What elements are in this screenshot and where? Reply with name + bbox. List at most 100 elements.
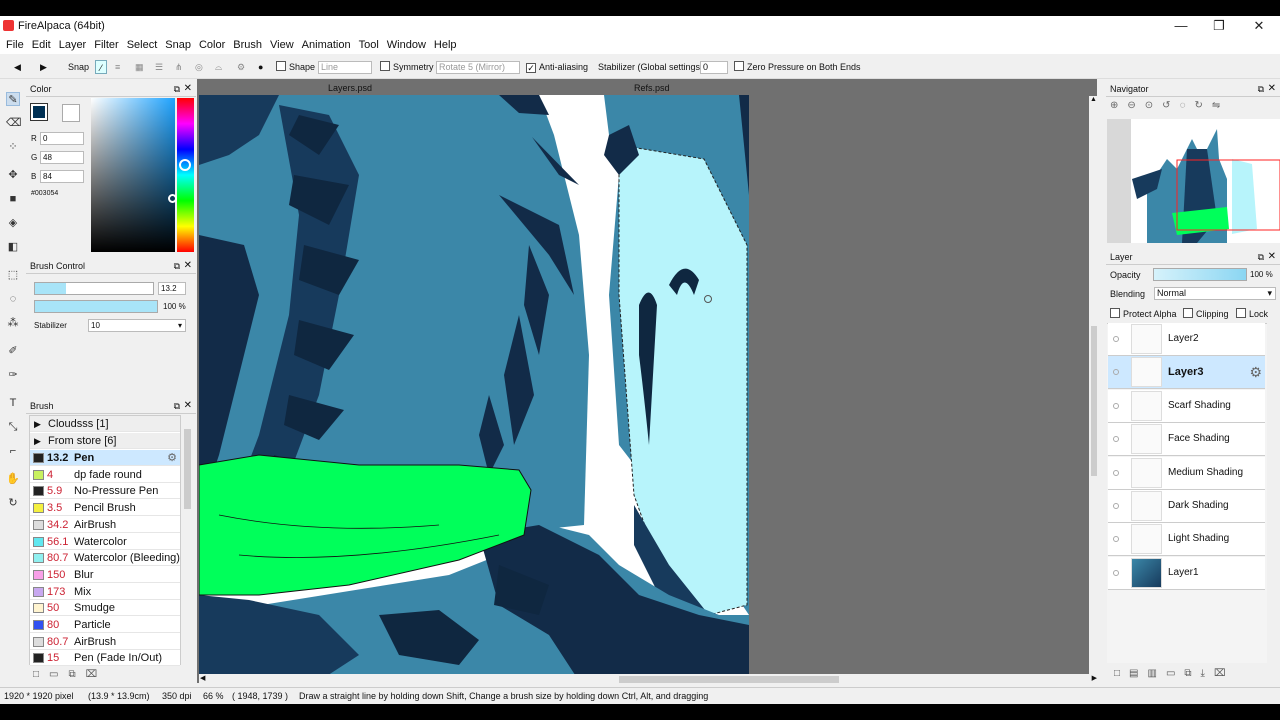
canvas-horizontal-scrollbar[interactable]: ◀ ▶ [199, 674, 1099, 686]
zero-pressure-toggle[interactable]: Zero Pressure on Both Ends [734, 60, 861, 74]
open-folder-icon[interactable]: ▭ [49, 669, 68, 680]
antialiasing-toggle[interactable]: Anti-aliasing [526, 60, 588, 74]
visibility-eye-icon[interactable] [1113, 336, 1119, 342]
brush-item[interactable]: 56.1 Watercolor [30, 533, 180, 550]
lock-toggle[interactable]: Lock [1236, 308, 1268, 319]
operation-tool-icon[interactable]: ⤡ [6, 420, 20, 434]
scroll-up-icon[interactable]: ▲ [1090, 96, 1097, 103]
menu-edit[interactable]: Edit [28, 36, 55, 52]
blending-select[interactable]: Normal ▾ [1154, 287, 1276, 300]
menu-file[interactable]: File [2, 36, 28, 52]
brush-item[interactable]: 3.5 Pencil Brush [30, 500, 180, 517]
symmetry-select[interactable]: Rotate 5 (Mirror) [436, 60, 520, 74]
maximize-button[interactable]: ❐ [1200, 16, 1238, 36]
expand-arrow-icon[interactable]: ▶ [34, 433, 41, 449]
snap-parallel-icon[interactable]: ≡ [115, 60, 120, 74]
symmetry-toggle[interactable]: Symmetry [380, 60, 434, 74]
close-icon[interactable]: ✕ [1268, 81, 1276, 97]
antialiasing-checkbox[interactable] [526, 63, 536, 73]
lock-checkbox[interactable] [1236, 308, 1246, 318]
dot-tool-icon[interactable]: ⁘ [6, 140, 20, 154]
eraser-tool-icon[interactable]: ⌫ [6, 116, 22, 130]
minimize-button[interactable]: — [1162, 16, 1200, 36]
brush-item[interactable]: 80 Particle [30, 617, 180, 633]
brush-item[interactable]: 13.2 Pen ⚙ [30, 450, 180, 466]
menu-snap[interactable]: Snap [161, 36, 195, 52]
menu-tool[interactable]: Tool [355, 36, 383, 52]
stabilizer-value[interactable]: 0 [700, 61, 728, 74]
menu-filter[interactable]: Filter [90, 36, 122, 52]
brush-list-scrollbar[interactable] [182, 415, 193, 665]
zoom-fit-icon[interactable]: ⊙ [1145, 100, 1162, 111]
layer-row[interactable]: Scarf Shading [1108, 389, 1265, 423]
snap-settings-icon[interactable]: ⚙ [237, 60, 245, 74]
menu-window[interactable]: Window [383, 36, 430, 52]
move-tool-icon[interactable]: ✥ [6, 168, 20, 182]
clipping-toggle[interactable]: Clipping [1183, 308, 1229, 319]
zoom-in-icon[interactable]: ⊕ [1110, 100, 1127, 111]
hex-value[interactable]: #003054 [31, 190, 58, 197]
zoom-out-icon[interactable]: ⊖ [1127, 100, 1144, 111]
hue-slider[interactable] [177, 98, 194, 252]
shape-checkbox[interactable] [276, 61, 286, 71]
gradient-tool-icon[interactable]: ◧ [6, 240, 20, 254]
brush-opacity-slider[interactable] [34, 300, 158, 313]
shape-toggle[interactable]: Shape [276, 60, 315, 74]
snap-curve-icon[interactable]: ⌓ [215, 60, 222, 74]
shape-select[interactable]: Line [318, 60, 372, 74]
pin-icon[interactable]: ⧉ [1258, 249, 1264, 265]
close-icon[interactable]: ✕ [1268, 249, 1276, 265]
brush-item[interactable]: 50 Smudge [30, 600, 180, 617]
visibility-eye-icon[interactable] [1113, 402, 1119, 409]
hue-cursor[interactable] [179, 159, 191, 171]
lasso-tool-icon[interactable]: ◌ [6, 292, 20, 306]
rotate-reset-icon[interactable]: ◌ [1180, 100, 1195, 111]
tab-refs-psd[interactable]: Refs.psd [634, 81, 670, 95]
new-brush-icon[interactable]: □ [33, 669, 49, 680]
primary-color-swatch[interactable] [30, 103, 48, 121]
layer-row[interactable]: Layer1 [1108, 556, 1265, 590]
arrow-right-icon[interactable]: ▶ [40, 60, 47, 74]
snap-label[interactable]: Snap [68, 60, 89, 74]
canvas-vertical-scrollbar[interactable]: ▲ ▼ [1089, 96, 1099, 682]
new-layer-icon[interactable]: □ [1114, 668, 1129, 679]
b-input[interactable]: 84 [40, 170, 84, 183]
visibility-eye-icon[interactable] [1113, 436, 1119, 443]
brush-group-from-store[interactable]: ▶ From store [6] [30, 433, 180, 449]
close-window-button[interactable]: ✕ [1240, 16, 1278, 36]
arrow-left-icon[interactable]: ◀ [14, 60, 21, 74]
layer-row[interactable]: Medium Shading [1108, 456, 1265, 490]
layer-row[interactable]: Dark Shading [1108, 490, 1265, 523]
drawing-canvas[interactable] [199, 95, 749, 681]
symmetry-value[interactable]: Rotate 5 (Mirror) [436, 61, 520, 74]
rotate-tool-icon[interactable]: ↻ [6, 496, 20, 510]
brush-item[interactable]: 15 Pen (Fade In/Out) [30, 650, 180, 667]
brush-item[interactable]: 173 Mix [30, 583, 180, 600]
hand-tool-icon[interactable]: ✋ [6, 472, 20, 486]
snap-vanishing-icon[interactable]: ⋔ [175, 60, 183, 74]
pin-icon[interactable]: ⧉ [174, 398, 180, 414]
rotate-left-icon[interactable]: ↺ [1162, 100, 1179, 111]
select-pen-tool-icon[interactable]: ✐ [6, 344, 20, 358]
sv-cursor[interactable] [168, 194, 177, 203]
snap-circle-icon[interactable]: ◎ [195, 60, 203, 74]
brush-size-input[interactable]: 13.2 [158, 282, 186, 295]
saturation-value-picker[interactable] [91, 98, 175, 252]
visibility-eye-icon[interactable] [1113, 369, 1119, 376]
protect-alpha-checkbox[interactable] [1110, 308, 1120, 318]
visibility-eye-icon[interactable] [1113, 536, 1119, 543]
close-icon[interactable]: ✕ [184, 258, 192, 274]
layer-row[interactable]: Face Shading [1108, 423, 1265, 457]
duplicate-layer-icon[interactable]: ⧉ [1184, 668, 1200, 679]
duplicate-brush-icon[interactable]: ⧉ [69, 669, 86, 680]
snap-crisscross-icon[interactable]: ☰ [155, 60, 163, 74]
brush-item[interactable]: 5.9 No-Pressure Pen [30, 483, 180, 500]
select-tool-icon[interactable]: ⬚ [6, 268, 20, 282]
close-icon[interactable]: ✕ [184, 81, 192, 97]
pin-icon[interactable]: ⧉ [174, 258, 180, 274]
new-1bit-layer-icon[interactable]: ▥ [1148, 668, 1166, 679]
merge-layer-icon[interactable]: ⤓ [1201, 668, 1214, 679]
scroll-right-icon[interactable]: ▶ [1092, 674, 1097, 682]
snap-dot-icon[interactable]: ● [258, 60, 263, 74]
brush-group-cloudsss[interactable]: ▶ Cloudsss [1] [30, 416, 180, 432]
